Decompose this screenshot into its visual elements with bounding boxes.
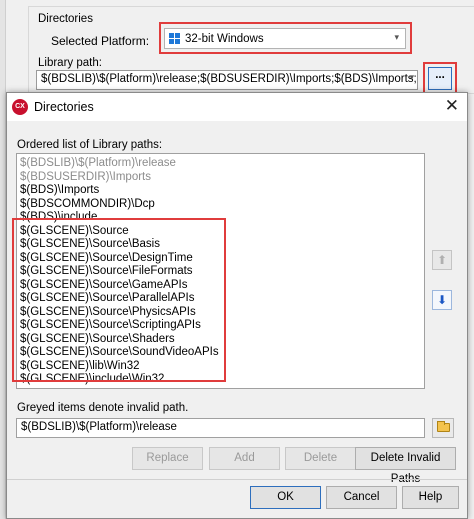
delete-button[interactable]: Delete [285, 447, 356, 470]
browse-library-path-button[interactable]: ... [428, 67, 452, 90]
footer-divider [7, 479, 467, 480]
platform-select[interactable]: 32-bit Windows ▾ [164, 28, 406, 49]
directories-dialog: CX Directories ✕ Ordered list of Library… [6, 92, 468, 519]
path-input[interactable]: $(BDSLIB)\$(Platform)\release [16, 418, 425, 438]
list-item[interactable]: $(BDSUSERDIR)\Imports [20, 171, 151, 184]
delete-invalid-paths-button[interactable]: Delete Invalid Paths [355, 447, 456, 485]
dialog-title: Directories [34, 100, 94, 114]
chevron-down-icon: ▾ [394, 32, 399, 42]
list-item[interactable]: $(BDS)\Imports [20, 184, 99, 197]
ordered-list-label: Ordered list of Library paths: [17, 139, 163, 151]
close-icon[interactable]: ✕ [445, 96, 459, 116]
browse-folder-button[interactable] [432, 418, 454, 438]
cx-app-icon: CX [12, 99, 28, 115]
cancel-button[interactable]: Cancel [326, 486, 397, 509]
help-button[interactable]: Help [402, 486, 459, 509]
folder-icon [436, 421, 450, 432]
list-item[interactable]: $(BDSCOMMONDIR)\Dcp [20, 198, 155, 211]
dialog-titlebar[interactable]: CX Directories ✕ [7, 93, 467, 121]
selected-platform-label: Selected Platform: [51, 34, 150, 48]
add-button[interactable]: Add [209, 447, 280, 470]
library-path-label: Library path: [38, 57, 102, 69]
directories-group-label: Directories [38, 13, 93, 25]
platform-select-value: 32-bit Windows [185, 32, 264, 45]
ok-button[interactable]: OK [250, 486, 321, 509]
chevron-down-icon[interactable]: ▾ [409, 72, 414, 83]
arrow-down-icon: ⬇ [436, 293, 448, 307]
glscene-paths-highlight-box [12, 218, 226, 382]
move-down-button[interactable]: ⬇ [432, 290, 452, 310]
windows-logo-icon [169, 33, 180, 44]
library-path-input[interactable]: $(BDSLIB)\$(Platform)\release;$(BDSUSERD… [36, 70, 418, 90]
ellipsis-icon: ... [435, 69, 445, 81]
list-item[interactable]: $(BDSLIB)\$(Platform)\release [20, 157, 176, 170]
arrow-up-icon: ⬆ [436, 253, 448, 267]
greyed-items-note: Greyed items denote invalid path. [17, 402, 189, 414]
library-path-value: $(BDSLIB)\$(Platform)\release;$(BDSUSERD… [41, 73, 417, 85]
replace-button[interactable]: Replace [132, 447, 203, 470]
move-up-button[interactable]: ⬆ [432, 250, 452, 270]
